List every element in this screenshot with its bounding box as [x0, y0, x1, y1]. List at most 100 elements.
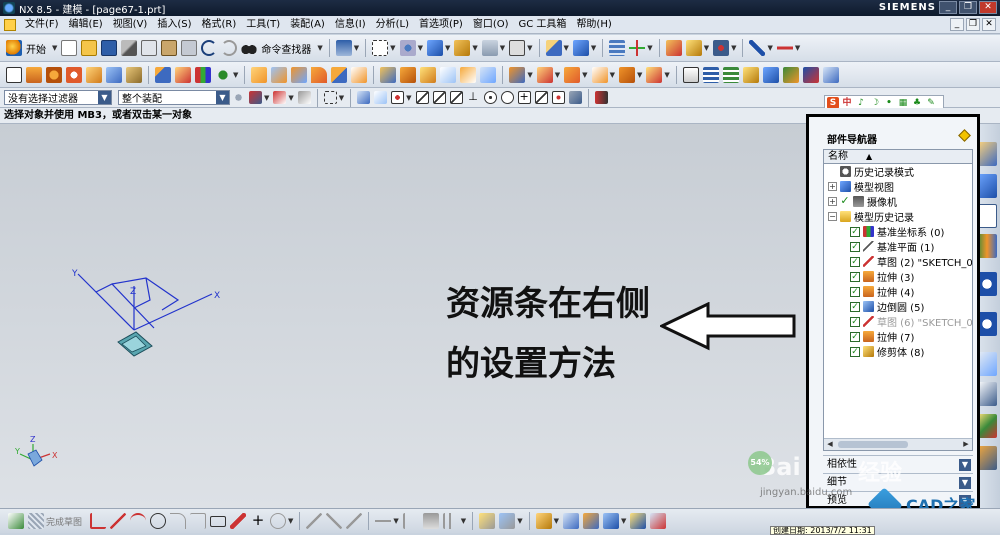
- type-filter-select[interactable]: 没有选择过滤器 ▼: [4, 90, 112, 105]
- expand-icon[interactable]: +: [828, 182, 837, 191]
- binoculars-icon[interactable]: [241, 40, 258, 56]
- tree-node[interactable]: ✓ 拉伸 (7): [824, 329, 972, 344]
- minimize-button[interactable]: _: [939, 1, 957, 14]
- constraints-icon[interactable]: [402, 513, 419, 529]
- chevron-down-icon[interactable]: ▼: [959, 459, 971, 471]
- rectangle-icon[interactable]: [210, 515, 227, 527]
- view-sketch-icon[interactable]: [535, 513, 552, 529]
- offset-curve-icon[interactable]: [270, 513, 287, 529]
- web-browser-tab[interactable]: [977, 312, 997, 336]
- visibility-checkbox[interactable]: ✓: [850, 226, 860, 237]
- snap-control-icon[interactable]: [449, 91, 463, 104]
- snap-bounded-icon[interactable]: [551, 91, 565, 104]
- edge-blend-icon[interactable]: [311, 66, 328, 83]
- quick-extend-icon[interactable]: [326, 513, 343, 529]
- replace-face-icon[interactable]: [480, 66, 497, 83]
- visibility-checkbox[interactable]: ✓: [840, 195, 850, 207]
- reattach-icon[interactable]: [499, 513, 516, 529]
- offset-face-icon[interactable]: [440, 66, 457, 83]
- paste-icon[interactable]: [161, 40, 178, 56]
- update-model-icon[interactable]: [582, 513, 599, 529]
- tree-node[interactable]: ✓ 基准坐标系 (0): [824, 224, 972, 239]
- chamfer-sketch-icon[interactable]: [190, 513, 207, 529]
- snap-icon[interactable]: [630, 513, 647, 529]
- point-icon[interactable]: [215, 66, 231, 83]
- assembly-icon[interactable]: [682, 66, 699, 83]
- feature-select-icon[interactable]: [273, 91, 287, 104]
- doc-restore-button[interactable]: ❐: [966, 18, 980, 31]
- menu-edit[interactable]: 编辑(E): [64, 16, 108, 34]
- open-folder-icon[interactable]: [81, 40, 98, 56]
- menu-preferences[interactable]: 首选项(P): [414, 16, 468, 34]
- menu-assemblies[interactable]: 装配(A): [285, 16, 330, 34]
- subtract-icon[interactable]: [271, 66, 288, 83]
- snap-settings-icon[interactable]: [568, 91, 582, 104]
- restore-button[interactable]: ❐: [959, 1, 977, 14]
- background-icon[interactable]: [481, 40, 498, 56]
- menu-format[interactable]: 格式(R): [197, 16, 242, 34]
- edit-object-icon[interactable]: [665, 40, 682, 56]
- sew-icon[interactable]: [591, 66, 608, 83]
- visibility-checkbox[interactable]: ✓: [850, 301, 860, 312]
- scroll-right-icon[interactable]: ▶: [961, 440, 971, 449]
- sketch-style-icon[interactable]: [479, 513, 496, 529]
- datum-plane-icon[interactable]: [155, 66, 171, 83]
- tree-node[interactable]: + ✓ 摄像机: [824, 194, 972, 209]
- hole-icon[interactable]: [66, 66, 82, 83]
- cut-icon[interactable]: [121, 40, 138, 56]
- sketch-task-icon[interactable]: [8, 513, 24, 529]
- arc-icon[interactable]: [130, 513, 147, 529]
- dimension-icon[interactable]: [375, 513, 392, 529]
- line-icon[interactable]: [110, 513, 127, 529]
- visibility-checkbox[interactable]: ✓: [850, 241, 860, 252]
- menu-information[interactable]: 信息(I): [330, 16, 371, 34]
- tree-node[interactable]: ✓ 拉伸 (4): [824, 284, 972, 299]
- horizontal-scrollbar[interactable]: ◀ ▶: [824, 438, 972, 450]
- snap-line-icon[interactable]: [415, 91, 429, 104]
- datum-csys-icon[interactable]: [195, 66, 211, 83]
- chamfer-icon[interactable]: [331, 66, 348, 83]
- reset-filter-icon[interactable]: [232, 91, 245, 104]
- menu-window[interactable]: 窗口(O): [468, 16, 514, 34]
- fit-view-icon[interactable]: [372, 40, 389, 56]
- patch-icon[interactable]: [646, 66, 663, 83]
- general-select-icon[interactable]: [249, 91, 262, 104]
- ruler-icon[interactable]: [776, 40, 793, 56]
- visibility-checkbox[interactable]: ✓: [850, 331, 860, 342]
- component-array-icon[interactable]: [822, 66, 839, 83]
- layer-settings-icon[interactable]: [702, 66, 719, 83]
- tree-node[interactable]: 历史记录模式: [824, 164, 972, 179]
- show-constraints-icon[interactable]: [442, 513, 459, 529]
- constraint-navigator-tab[interactable]: [977, 174, 997, 198]
- intersect-icon[interactable]: [291, 66, 308, 83]
- section-view-icon[interactable]: [572, 40, 589, 56]
- draft-icon[interactable]: [420, 66, 437, 83]
- move-layer-icon[interactable]: [722, 66, 739, 83]
- tree-node[interactable]: ✓ 拉伸 (3): [824, 269, 972, 284]
- start-button[interactable]: 开始: [26, 41, 46, 56]
- doc-minimize-button[interactable]: _: [950, 18, 964, 31]
- add-feature-icon[interactable]: [602, 513, 619, 529]
- name-column-header[interactable]: 名称 ▲: [824, 150, 972, 164]
- pocket-icon[interactable]: [106, 66, 122, 83]
- menu-file[interactable]: 文件(F): [20, 16, 64, 34]
- extrude-icon[interactable]: [26, 66, 42, 83]
- save-icon[interactable]: [101, 40, 118, 56]
- fillet-icon[interactable]: [170, 513, 187, 529]
- tree-node[interactable]: ✓ 草图 (6) "SKETCH_0...: [824, 314, 972, 329]
- menu-analysis[interactable]: 分析(L): [371, 16, 414, 34]
- finish-sketch-icon[interactable]: [28, 513, 44, 529]
- thicken-icon[interactable]: [618, 66, 635, 83]
- snap-intersection-icon[interactable]: ⊥: [467, 91, 480, 104]
- finish-sketch-button[interactable]: 完成草图: [46, 515, 82, 528]
- menu-insert[interactable]: 插入(S): [152, 16, 196, 34]
- tree-node[interactable]: + 模型视图: [824, 179, 972, 194]
- polygon-icon[interactable]: [230, 513, 247, 529]
- orient-to-sketch-icon[interactable]: [562, 513, 579, 529]
- view-orient-icon[interactable]: [545, 40, 562, 56]
- unite-icon[interactable]: [251, 66, 268, 83]
- circle-icon[interactable]: [150, 513, 167, 529]
- split-body-icon[interactable]: [400, 66, 417, 83]
- scroll-thumb[interactable]: [838, 441, 908, 448]
- roles-tab[interactable]: [977, 446, 997, 470]
